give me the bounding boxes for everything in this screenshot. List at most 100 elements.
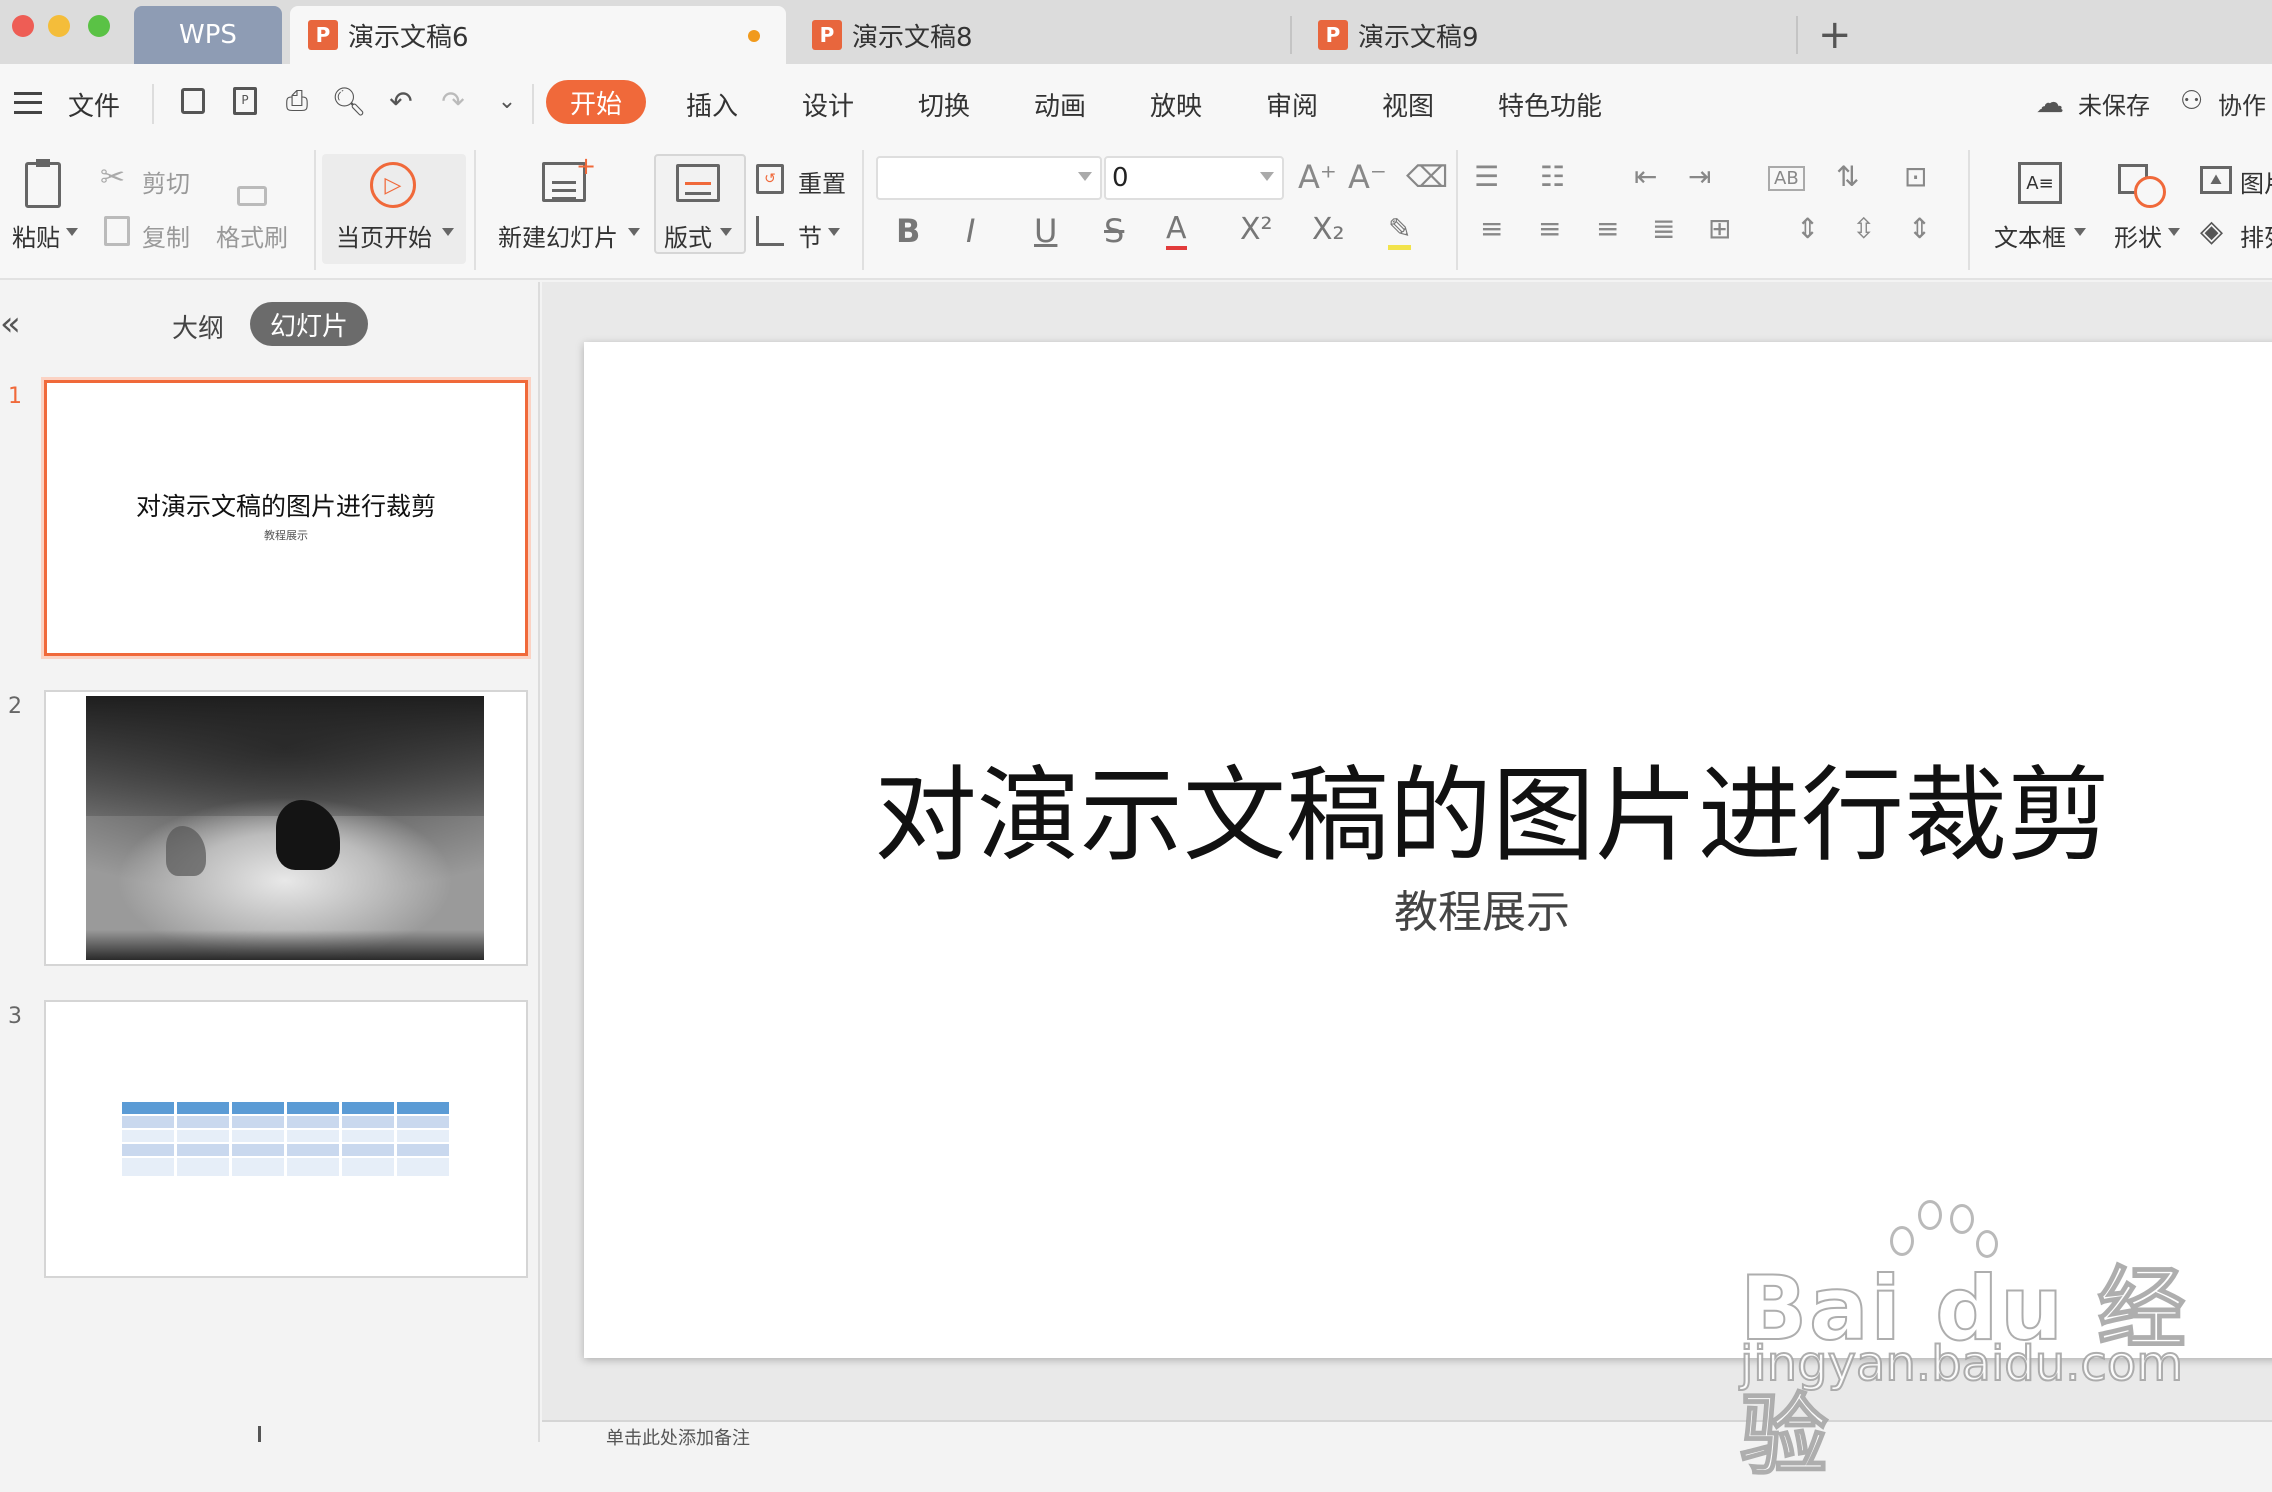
bullet-list-icon[interactable]: ☰	[1474, 160, 1499, 193]
zoom-window-button[interactable]	[88, 15, 110, 37]
font-size-select[interactable]: 0	[1104, 156, 1284, 200]
chevron-down-icon[interactable]: ⌄	[490, 84, 524, 118]
slide-thumbnail-2[interactable]	[44, 690, 528, 966]
section-button[interactable]: 节	[798, 218, 822, 253]
bold-icon[interactable]: B	[896, 212, 920, 250]
menu-special[interactable]: 特色功能	[1498, 86, 1602, 123]
distribute-icon[interactable]: ⊞	[1708, 212, 1731, 245]
cut-button[interactable]: 剪切	[142, 164, 190, 199]
play-current-button[interactable]: 当页开始	[336, 218, 432, 253]
tab-wps[interactable]: WPS	[134, 6, 282, 64]
paste-button[interactable]: 粘贴	[12, 218, 60, 253]
undo-icon[interactable]: ↶	[384, 84, 418, 118]
textbox-button[interactable]: 文本框	[1994, 218, 2066, 253]
highlight-icon[interactable]: ✎	[1388, 212, 1412, 250]
format-painter-icon[interactable]	[234, 158, 270, 208]
italic-icon[interactable]: I	[966, 212, 975, 250]
tab-doc9[interactable]: P 演示文稿9	[1318, 6, 1479, 64]
new-tab-button[interactable]: +	[1818, 6, 1852, 64]
justify-icon[interactable]: ≣	[1652, 212, 1675, 245]
format-painter-button[interactable]: 格式刷	[216, 218, 288, 253]
increase-font-icon[interactable]: A⁺	[1298, 158, 1337, 196]
font-color-icon[interactable]: A	[1166, 210, 1187, 250]
align-right-icon[interactable]: ≡	[1596, 212, 1619, 245]
copy-button[interactable]: 复制	[142, 218, 190, 253]
menu-animation[interactable]: 动画	[1034, 86, 1086, 123]
collaborate-button[interactable]: 协作	[2218, 86, 2266, 121]
section-icon[interactable]	[756, 216, 784, 246]
picture-icon[interactable]: ⛰	[2200, 166, 2232, 194]
chevron-down-icon[interactable]	[2168, 228, 2180, 236]
current-slide[interactable]: 对演示文稿的图片进行裁剪 教程展示	[584, 342, 2272, 1358]
close-window-button[interactable]	[12, 15, 34, 37]
paragraph-spacing-icon[interactable]: ⇳	[1852, 212, 1875, 245]
slides-tab[interactable]: 幻灯片	[250, 302, 368, 346]
slide-thumbnail-1[interactable]: 对演示文稿的图片进行裁剪 教程展示	[41, 377, 531, 659]
outline-tab[interactable]: 大纲	[172, 308, 224, 345]
collapse-panel-icon[interactable]: «	[0, 304, 21, 344]
slide-title[interactable]: 对演示文稿的图片进行裁剪	[874, 732, 2110, 881]
print-preview-icon[interactable]: 🔍︎	[331, 84, 367, 118]
sort-icon[interactable]: ⇅	[1836, 160, 1859, 193]
slide-thumbnail-3[interactable]	[44, 1000, 528, 1278]
menu-file[interactable]: 文件	[68, 86, 120, 123]
underline-icon[interactable]: U	[1034, 212, 1057, 250]
menu-design[interactable]: 设计	[802, 86, 854, 123]
layout-icon[interactable]	[676, 164, 720, 202]
layout-button[interactable]: 版式	[664, 218, 712, 253]
strikethrough-icon[interactable]: S	[1104, 212, 1124, 250]
tab-doc8[interactable]: P 演示文稿8	[812, 6, 973, 64]
align-left-icon[interactable]: ≡	[1480, 212, 1503, 245]
redo-icon[interactable]: ↷	[436, 84, 470, 118]
text-direction-icon[interactable]: AB	[1768, 166, 1805, 191]
notes-placeholder[interactable]: 单击此处添加备注	[606, 1424, 750, 1450]
decrease-indent-icon[interactable]: ⇤	[1634, 160, 1657, 193]
menu-insert[interactable]: 插入	[686, 86, 738, 123]
play-icon[interactable]: ▷	[370, 162, 416, 208]
collaborate-icon[interactable]: ⚇	[2180, 86, 2203, 116]
reset-icon[interactable]: ↺	[756, 164, 784, 194]
export-pdf-icon[interactable]: P	[228, 84, 262, 118]
arrange-button[interactable]: 排列	[2240, 218, 2272, 253]
picture-button[interactable]: 图片	[2240, 164, 2272, 199]
subscript-icon[interactable]: X₂	[1312, 212, 1345, 247]
text-box-align-icon[interactable]: ⊡	[1904, 160, 1927, 193]
increase-indent-icon[interactable]: ⇥	[1688, 160, 1711, 193]
copy-icon[interactable]	[104, 216, 130, 246]
chevron-down-icon[interactable]	[66, 228, 78, 236]
decrease-font-icon[interactable]: A⁻	[1348, 158, 1387, 196]
menu-switch[interactable]: 切换	[918, 86, 970, 123]
save-icon[interactable]	[176, 84, 210, 118]
minimize-window-button[interactable]	[48, 15, 70, 37]
reset-button[interactable]: 重置	[798, 164, 846, 199]
add-slide-marker[interactable]	[258, 1426, 261, 1442]
slide-subtitle[interactable]: 教程展示	[1394, 876, 1570, 940]
scissors-icon[interactable]: ✂	[100, 160, 125, 195]
chevron-down-icon[interactable]	[2074, 228, 2086, 236]
paste-icon[interactable]	[18, 158, 68, 212]
chevron-down-icon[interactable]	[442, 228, 454, 236]
menu-view[interactable]: 视图	[1382, 86, 1434, 123]
tab-doc6[interactable]: P 演示文稿6	[290, 6, 786, 64]
chevron-down-icon[interactable]	[720, 228, 732, 236]
superscript-icon[interactable]: X²	[1240, 212, 1273, 247]
shape-button[interactable]: 形状	[2114, 218, 2162, 253]
numbered-list-icon[interactable]: ☷	[1540, 160, 1565, 193]
align-center-icon[interactable]: ≡	[1538, 212, 1561, 245]
textbox-icon[interactable]: A≡	[2018, 162, 2062, 204]
eraser-icon[interactable]: ⌫	[1406, 160, 1448, 195]
cloud-icon[interactable]: ☁	[2036, 86, 2064, 119]
arrange-icon[interactable]: ◈	[2200, 214, 2223, 249]
chevron-down-icon[interactable]	[628, 228, 640, 236]
shape-icon[interactable]	[2118, 160, 2168, 210]
menu-slideshow[interactable]: 放映	[1150, 86, 1202, 123]
tab-start[interactable]: 开始	[546, 80, 646, 124]
new-slide-button[interactable]: 新建幻灯片	[498, 218, 618, 253]
print-icon[interactable]: ⎙	[280, 84, 314, 118]
font-family-select[interactable]	[876, 156, 1102, 200]
spacing-options-icon[interactable]: ⇕	[1908, 212, 1931, 245]
line-spacing-icon[interactable]: ⇕	[1796, 212, 1819, 245]
chevron-down-icon[interactable]	[828, 228, 840, 236]
unsaved-status[interactable]: 未保存	[2078, 86, 2150, 121]
hamburger-icon[interactable]	[14, 92, 42, 114]
